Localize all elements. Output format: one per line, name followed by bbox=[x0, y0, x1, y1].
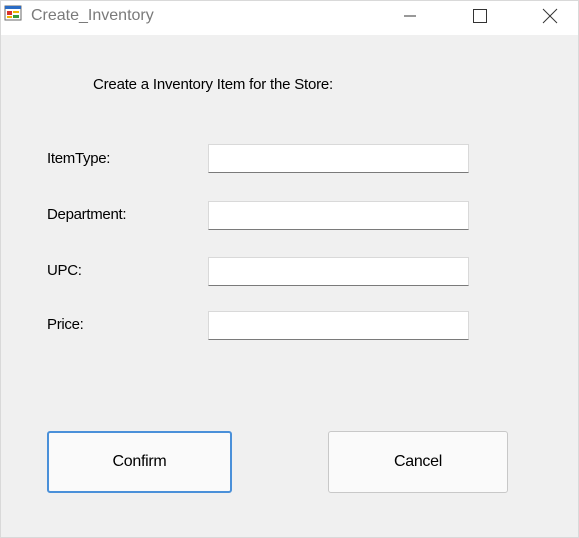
minimize-button[interactable] bbox=[387, 1, 433, 31]
item-type-input[interactable] bbox=[208, 144, 469, 173]
maximize-icon bbox=[473, 9, 487, 23]
minimize-icon bbox=[404, 15, 416, 17]
close-icon bbox=[542, 8, 558, 24]
upc-label: UPC: bbox=[47, 262, 82, 279]
confirm-button[interactable]: Confirm bbox=[47, 431, 232, 493]
window-title: Create_Inventory bbox=[31, 7, 154, 24]
app-icon bbox=[4, 4, 24, 24]
create-inventory-window: Create_Inventory Create a Inventory Item… bbox=[0, 0, 579, 538]
form-heading: Create a Inventory Item for the Store: bbox=[93, 76, 334, 93]
price-label: Price: bbox=[47, 316, 84, 333]
department-input[interactable] bbox=[208, 201, 469, 230]
maximize-button[interactable] bbox=[457, 1, 503, 31]
department-label: Department: bbox=[47, 206, 127, 223]
title-bar[interactable]: Create_Inventory bbox=[1, 1, 578, 35]
price-input[interactable] bbox=[208, 311, 469, 340]
cancel-button[interactable]: Cancel bbox=[328, 431, 508, 493]
item-type-label: ItemType: bbox=[47, 150, 111, 167]
close-button[interactable] bbox=[527, 1, 573, 31]
upc-input[interactable] bbox=[208, 257, 469, 286]
